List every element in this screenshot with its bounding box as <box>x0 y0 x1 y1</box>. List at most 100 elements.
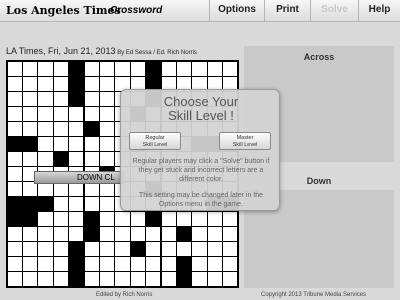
grid-cell[interactable] <box>69 212 84 227</box>
grid-cell[interactable] <box>146 227 161 242</box>
grid-cell[interactable] <box>22 106 38 121</box>
grid-cell[interactable] <box>207 227 223 242</box>
grid-cell[interactable] <box>192 272 207 287</box>
grid-cell[interactable] <box>207 212 223 227</box>
grid-cell[interactable] <box>84 76 99 91</box>
grid-cell[interactable] <box>223 61 238 76</box>
grid-cell[interactable] <box>84 91 99 106</box>
grid-cell[interactable] <box>53 121 69 136</box>
grid-cell[interactable] <box>115 61 130 76</box>
grid-cell[interactable] <box>223 257 238 272</box>
grid-cell[interactable] <box>53 197 69 212</box>
grid-cell[interactable] <box>161 257 176 272</box>
grid-cell[interactable] <box>207 61 223 76</box>
grid-cell[interactable] <box>38 182 53 197</box>
grid-cell[interactable] <box>115 272 130 287</box>
grid-cell[interactable] <box>99 121 115 136</box>
grid-cell[interactable] <box>130 61 146 76</box>
grid-cell[interactable] <box>53 182 69 197</box>
grid-cell[interactable] <box>38 242 53 257</box>
grid-cell[interactable] <box>38 272 53 287</box>
grid-cell[interactable] <box>38 61 53 76</box>
grid-cell[interactable] <box>176 242 192 257</box>
grid-cell[interactable] <box>53 61 69 76</box>
grid-cell[interactable] <box>7 227 22 242</box>
grid-cell[interactable] <box>7 76 22 91</box>
grid-cell[interactable] <box>146 257 161 272</box>
grid-cell[interactable] <box>99 61 115 76</box>
grid-cell[interactable] <box>84 61 99 76</box>
grid-cell[interactable] <box>69 197 84 212</box>
grid-cell[interactable] <box>99 212 115 227</box>
grid-cell[interactable] <box>22 242 38 257</box>
grid-cell[interactable] <box>7 182 22 197</box>
grid-cell[interactable] <box>84 106 99 121</box>
grid-cell[interactable] <box>53 257 69 272</box>
grid-cell[interactable] <box>7 151 22 166</box>
grid-cell[interactable] <box>192 257 207 272</box>
grid-cell[interactable] <box>130 257 146 272</box>
help-button[interactable]: Help <box>358 0 400 22</box>
grid-cell[interactable] <box>69 151 84 166</box>
grid-cell[interactable] <box>115 242 130 257</box>
grid-cell[interactable] <box>99 136 115 151</box>
grid-cell[interactable] <box>99 91 115 106</box>
grid-cell[interactable] <box>7 257 22 272</box>
grid-cell[interactable] <box>69 136 84 151</box>
grid-cell[interactable] <box>53 91 69 106</box>
grid-cell[interactable] <box>130 227 146 242</box>
grid-cell[interactable] <box>22 61 38 76</box>
grid-cell[interactable] <box>223 212 238 227</box>
grid-cell[interactable] <box>84 182 99 197</box>
grid-cell[interactable] <box>99 257 115 272</box>
grid-cell[interactable] <box>38 91 53 106</box>
grid-cell[interactable] <box>207 242 223 257</box>
grid-cell[interactable] <box>38 212 53 227</box>
grid-cell[interactable] <box>176 61 192 76</box>
grid-cell[interactable] <box>69 227 84 242</box>
grid-cell[interactable] <box>22 182 38 197</box>
grid-cell[interactable] <box>22 76 38 91</box>
grid-cell[interactable] <box>38 227 53 242</box>
grid-cell[interactable] <box>84 242 99 257</box>
grid-cell[interactable] <box>53 76 69 91</box>
grid-cell[interactable] <box>223 227 238 242</box>
grid-cell[interactable] <box>115 227 130 242</box>
grid-cell[interactable] <box>84 272 99 287</box>
grid-cell[interactable] <box>53 272 69 287</box>
grid-cell[interactable] <box>22 91 38 106</box>
grid-cell[interactable] <box>53 212 69 227</box>
grid-cell[interactable] <box>38 76 53 91</box>
grid-cell[interactable] <box>69 106 84 121</box>
grid-cell[interactable] <box>53 106 69 121</box>
grid-cell[interactable] <box>161 61 176 76</box>
solve-button[interactable]: Solve <box>310 0 358 22</box>
grid-cell[interactable] <box>84 197 99 212</box>
grid-cell[interactable] <box>99 272 115 287</box>
grid-cell[interactable] <box>7 91 22 106</box>
grid-cell[interactable] <box>99 242 115 257</box>
grid-cell[interactable] <box>115 212 130 227</box>
grid-cell[interactable] <box>223 272 238 287</box>
grid-cell[interactable] <box>192 227 207 242</box>
grid-cell[interactable] <box>223 242 238 257</box>
grid-cell[interactable] <box>99 227 115 242</box>
grid-cell[interactable] <box>192 242 207 257</box>
regular-skill-button[interactable]: Regular Skill Level <box>129 132 181 150</box>
grid-cell[interactable] <box>130 272 146 287</box>
grid-cell[interactable] <box>161 212 176 227</box>
grid-cell[interactable] <box>22 121 38 136</box>
grid-cell[interactable] <box>192 61 207 76</box>
grid-cell[interactable] <box>84 136 99 151</box>
grid-cell[interactable] <box>53 136 69 151</box>
grid-cell[interactable] <box>99 76 115 91</box>
grid-cell[interactable] <box>176 212 192 227</box>
grid-cell[interactable] <box>207 272 223 287</box>
grid-cell[interactable] <box>161 242 176 257</box>
grid-cell[interactable] <box>69 121 84 136</box>
grid-cell[interactable] <box>7 272 22 287</box>
grid-cell[interactable] <box>192 212 207 227</box>
grid-cell[interactable] <box>84 151 99 166</box>
grid-cell[interactable] <box>146 272 161 287</box>
grid-cell[interactable] <box>38 257 53 272</box>
